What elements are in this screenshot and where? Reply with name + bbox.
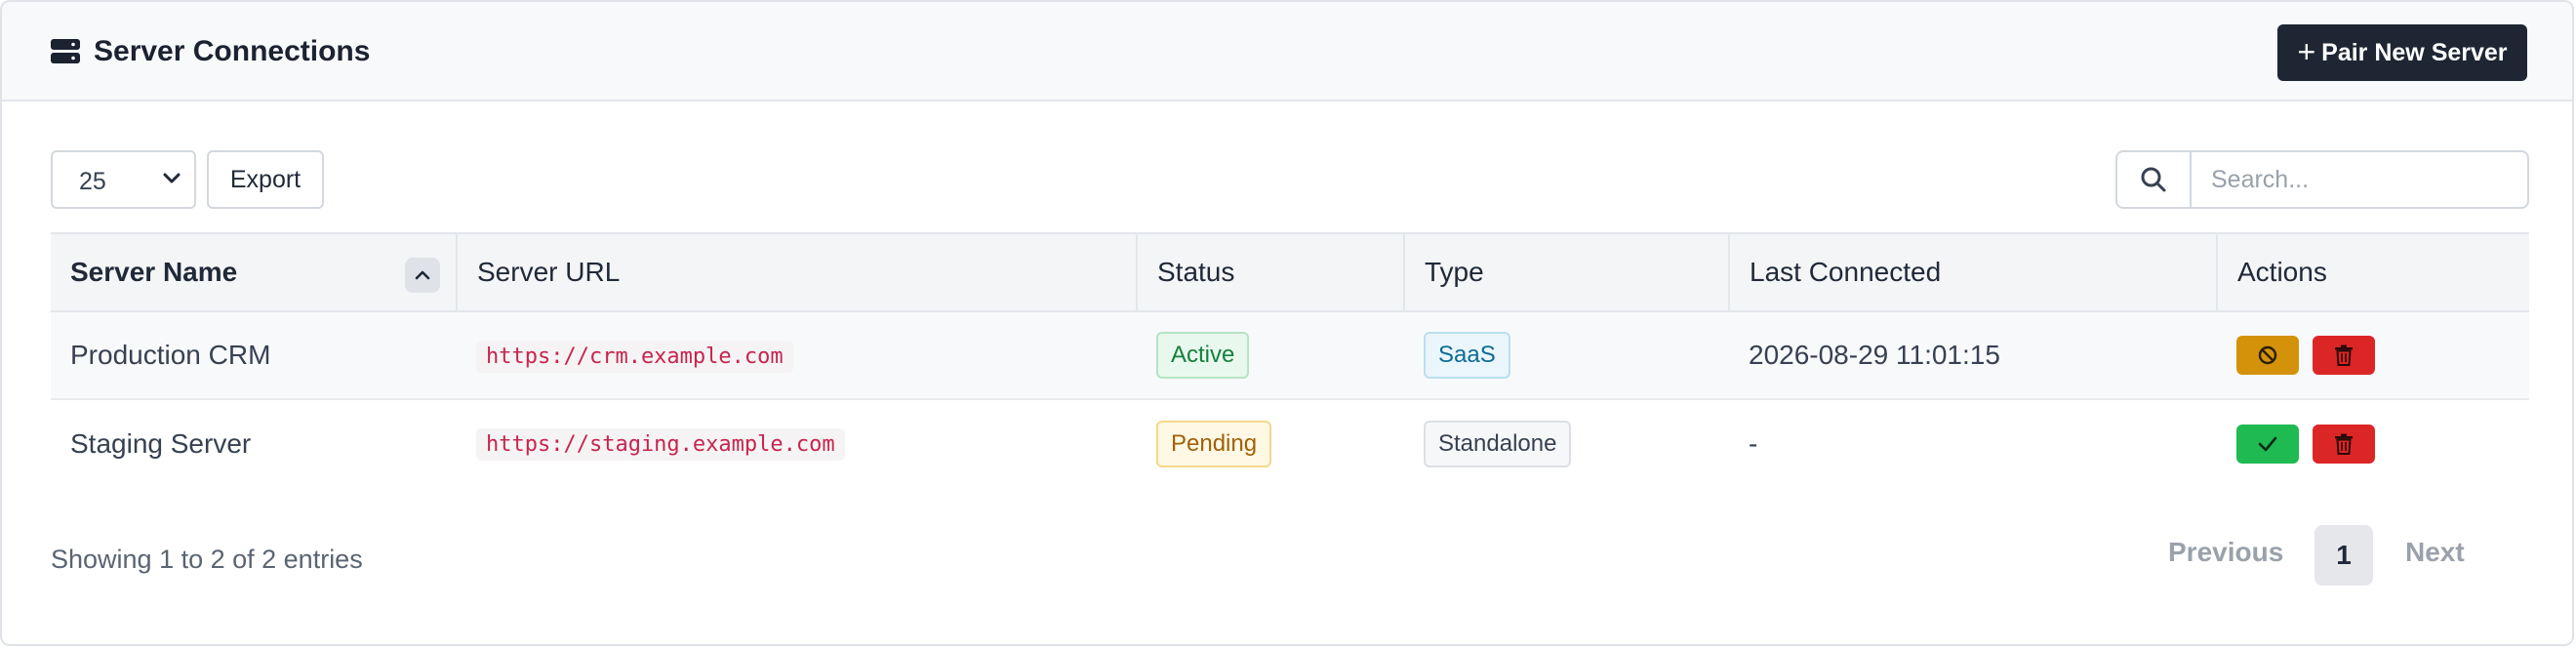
status-cell: Active xyxy=(1137,311,1404,400)
last-connected-cell: 2026-08-29 11:01:15 xyxy=(1729,311,2217,400)
pagination-page-1[interactable]: 1 xyxy=(2314,525,2373,586)
last-connected-cell: - xyxy=(1729,399,2217,487)
column-label: Last Connected xyxy=(1750,257,1942,287)
actions-cell xyxy=(2217,311,2529,400)
card-header: Server Connections + Pair New Server xyxy=(2,2,2572,101)
column-header-last-connected[interactable]: Last Connected xyxy=(1729,232,2218,312)
export-button[interactable]: Export xyxy=(207,150,324,209)
server-icon xyxy=(51,39,80,64)
column-label: Server Name xyxy=(70,257,238,287)
entries-info: Showing 1 to 2 of 2 entries xyxy=(51,545,363,574)
server-url-cell: https://crm.example.com xyxy=(457,311,1137,400)
page-size-value: 25 xyxy=(79,168,106,195)
column-label: Status xyxy=(1157,257,1235,287)
column-label: Type xyxy=(1425,257,1484,287)
trash-icon xyxy=(2334,433,2353,455)
type-badge: Standalone xyxy=(1424,420,1572,467)
type-cell: SaaS xyxy=(1404,311,1729,400)
pair-new-server-label: Pair New Server xyxy=(2321,38,2508,66)
chevron-down-icon xyxy=(163,173,181,183)
sort-ascending-icon[interactable] xyxy=(405,258,440,293)
page-size-select[interactable]: 25 xyxy=(51,150,196,209)
server-table: Server Name Server URL Status Type Last … xyxy=(51,232,2529,487)
table-row: Production CRM https://crm.example.com A… xyxy=(51,311,2529,400)
column-header-actions: Actions xyxy=(2217,232,2529,312)
search-input[interactable] xyxy=(2192,152,2527,207)
server-connections-card: Server Connections + Pair New Server 25 … xyxy=(0,0,2574,646)
page-title: Server Connections xyxy=(94,35,371,67)
status-cell: Pending xyxy=(1137,399,1404,487)
ban-icon xyxy=(2258,345,2277,365)
server-name-cell: Staging Server xyxy=(51,399,457,487)
pair-new-server-button[interactable]: + Pair New Server xyxy=(2277,24,2527,81)
column-header-status[interactable]: Status xyxy=(1137,232,1405,312)
delete-button[interactable] xyxy=(2312,336,2375,375)
trash-icon xyxy=(2334,344,2353,366)
column-header-server-name[interactable]: Server Name xyxy=(51,232,458,312)
column-header-server-url[interactable]: Server URL xyxy=(457,232,1138,312)
server-url: https://staging.example.com xyxy=(476,428,845,461)
server-url-cell: https://staging.example.com xyxy=(457,399,1137,487)
column-label: Server URL xyxy=(477,257,621,287)
type-badge: SaaS xyxy=(1424,332,1510,379)
pagination-previous[interactable]: Previous xyxy=(2168,537,2283,568)
approve-button[interactable] xyxy=(2236,424,2299,464)
search-icon[interactable] xyxy=(2117,152,2192,207)
pagination-next[interactable]: Next xyxy=(2405,537,2465,568)
type-cell: Standalone xyxy=(1404,399,1729,487)
search-group xyxy=(2115,150,2529,209)
column-label: Actions xyxy=(2237,257,2327,287)
server-url: https://crm.example.com xyxy=(476,340,793,373)
server-name-cell: Production CRM xyxy=(51,311,457,400)
table-header-row: Server Name Server URL Status Type Last … xyxy=(51,232,2529,312)
actions-cell xyxy=(2217,399,2529,487)
status-badge: Pending xyxy=(1156,420,1272,467)
check-icon xyxy=(2258,436,2277,451)
export-label: Export xyxy=(229,165,302,193)
status-badge: Active xyxy=(1156,332,1250,379)
table-row: Staging Server https://staging.example.c… xyxy=(51,399,2529,487)
deactivate-button[interactable] xyxy=(2236,336,2299,375)
delete-button[interactable] xyxy=(2312,424,2375,464)
column-header-type[interactable]: Type xyxy=(1404,232,1730,312)
plus-icon: + xyxy=(2297,33,2316,69)
